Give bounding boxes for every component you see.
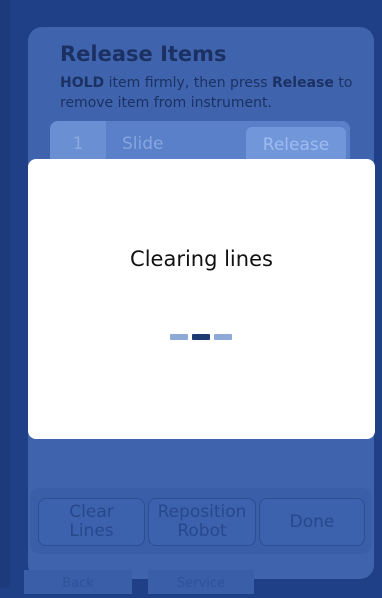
reposition-robot-button[interactable]: Reposition Robot xyxy=(148,498,256,546)
progress-dash-2 xyxy=(192,334,210,340)
service-tab[interactable]: Service xyxy=(148,570,254,594)
instruction-middle: item firmly, then press xyxy=(104,75,273,91)
instruction-release: Release xyxy=(272,75,334,91)
instruction-hold: HOLD xyxy=(60,75,105,91)
progress-dash-3 xyxy=(214,334,232,340)
progress-dash-1 xyxy=(170,334,188,340)
done-button[interactable]: Done xyxy=(259,498,365,546)
release-button[interactable]: Release xyxy=(246,127,346,163)
clearing-lines-dialog: Clearing lines xyxy=(28,159,375,439)
back-tab[interactable]: Back xyxy=(24,570,132,594)
left-edge xyxy=(0,0,10,588)
clear-lines-button[interactable]: Clear Lines xyxy=(38,498,145,546)
panel-title: Release Items xyxy=(60,42,227,66)
release-instructions: HOLD item firmly, then press Release to … xyxy=(60,73,360,113)
dialog-message: Clearing lines xyxy=(130,247,273,271)
